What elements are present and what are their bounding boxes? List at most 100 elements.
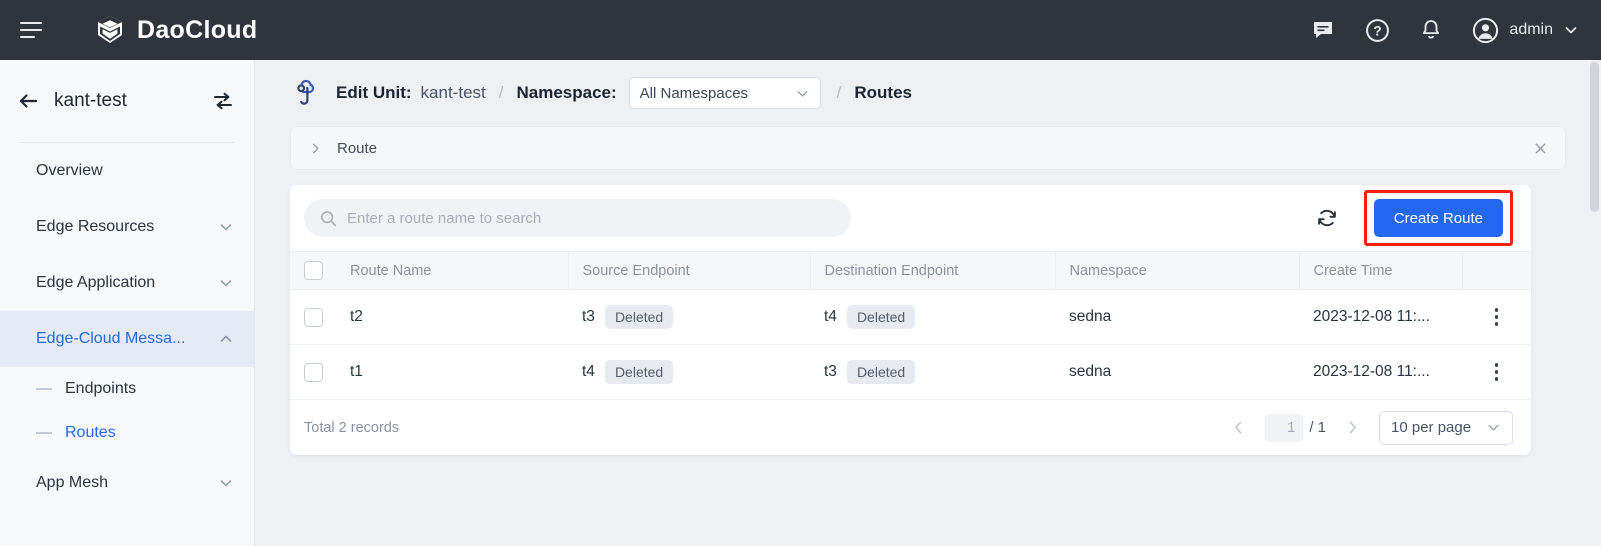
bell-icon[interactable] [1418, 17, 1444, 43]
column-namespace[interactable]: Namespace [1055, 251, 1300, 290]
sidebar-item-app-mesh[interactable]: App Mesh [0, 455, 254, 511]
table-footer: Total 2 records 1 / 1 10 per page [290, 400, 1531, 455]
cell-actions [1462, 344, 1531, 400]
sidebar-subitem-label: Endpoints [65, 380, 137, 397]
row-checkbox[interactable] [304, 307, 323, 327]
more-vertical-icon[interactable] [1476, 363, 1517, 381]
topbar-actions: ? admin [1310, 17, 1579, 44]
sidebar: kant-test Overview Edge Resources Edge A… [0, 60, 255, 546]
status-badge: Deleted [604, 305, 674, 329]
sidebar-item-endpoints[interactable]: Endpoints [0, 367, 254, 411]
main-content: Edit Unit: kant-test / Namespace: All Na… [255, 60, 1601, 546]
sidebar-item-routes[interactable]: Routes [0, 411, 254, 455]
namespace-select-value: All Namespaces [639, 84, 749, 102]
routes-card: Create Route Route Name Source Endpoint … [290, 185, 1531, 455]
top-navigation-bar: DaoCloud ? admin [0, 0, 1601, 60]
sidebar-subitem-label: Routes [65, 424, 116, 441]
routes-table: Route Name Source Endpoint Destination E… [290, 251, 1531, 400]
row-select-cell [290, 344, 336, 400]
table-row[interactable]: t2 t3 Deleted t4 Deleted sedna 2023-12-0… [290, 289, 1531, 345]
destination-endpoint-name: t3 [824, 363, 837, 380]
chevron-left-icon[interactable] [1226, 419, 1251, 436]
status-badge: Deleted [604, 360, 674, 384]
source-endpoint-name: t3 [582, 308, 595, 325]
source-endpoint-name: t4 [582, 363, 595, 380]
total-records-label: Total 2 records [304, 419, 400, 436]
select-all-header [290, 251, 336, 290]
sidebar-header: kant-test [0, 60, 254, 142]
edit-unit-value[interactable]: kant-test [421, 83, 486, 103]
breadcrumb-separator: / [836, 83, 842, 102]
brand-name: DaoCloud [137, 15, 258, 44]
cell-destination-endpoint: t3 Deleted [810, 344, 1055, 400]
route-panel-label: Route [337, 139, 378, 157]
namespace-label: Namespace: [516, 83, 617, 102]
dash-icon [36, 432, 52, 434]
user-name: admin [1509, 21, 1553, 38]
refresh-icon[interactable] [1312, 203, 1342, 233]
chevron-down-icon [218, 475, 234, 491]
page-title: Routes [854, 83, 913, 102]
sidebar-item-edge-resources[interactable]: Edge Resources [0, 199, 254, 255]
sidebar-item-label: Edge Resources [36, 218, 155, 235]
cell-destination-endpoint: t4 Deleted [810, 289, 1055, 345]
brand: DaoCloud [94, 14, 257, 46]
switch-cluster-icon[interactable] [212, 90, 234, 112]
search-box[interactable] [304, 199, 851, 237]
chevron-down-icon [218, 275, 234, 291]
search-input[interactable] [347, 209, 835, 227]
select-all-checkbox[interactable] [304, 261, 323, 280]
sidebar-item-edge-application[interactable]: Edge Application [0, 255, 254, 311]
column-actions [1462, 251, 1531, 290]
toolbar-actions: Create Route [1312, 190, 1513, 246]
close-icon[interactable] [1533, 141, 1548, 156]
create-route-highlight: Create Route [1363, 190, 1513, 246]
sidebar-item-overview[interactable]: Overview [0, 143, 254, 199]
column-route-name[interactable]: Route Name [336, 251, 569, 290]
cell-source-endpoint: t4 Deleted [568, 344, 810, 400]
dash-icon [36, 388, 52, 390]
page-scrollbar[interactable] [1588, 60, 1601, 546]
chevron-right-icon[interactable] [308, 141, 323, 156]
chevron-up-icon [218, 331, 234, 347]
chevron-down-icon [1563, 22, 1579, 38]
help-icon[interactable]: ? [1364, 17, 1390, 43]
sidebar-item-label: App Mesh [36, 474, 109, 491]
current-page-input[interactable]: 1 [1265, 413, 1304, 442]
per-page-select[interactable]: 10 per page [1379, 410, 1513, 445]
cell-namespace: sedna [1055, 289, 1299, 345]
cell-create-time: 2023-12-08 11:... [1299, 344, 1462, 400]
column-destination-endpoint[interactable]: Destination Endpoint [810, 251, 1056, 290]
namespace-select[interactable]: All Namespaces [628, 77, 821, 109]
cell-namespace: sedna [1055, 344, 1299, 400]
row-checkbox[interactable] [304, 362, 323, 382]
edit-unit-label: Edit Unit: [336, 83, 412, 102]
column-source-endpoint[interactable]: Source Endpoint [568, 251, 811, 290]
sidebar-item-edge-cloud-messaging[interactable]: Edge-Cloud Messa... [0, 311, 254, 367]
cell-route-name[interactable]: t1 [336, 344, 568, 400]
status-badge: Deleted [846, 360, 916, 384]
scrollbar-thumb[interactable] [1590, 62, 1599, 212]
cell-create-time: 2023-12-08 11:... [1299, 289, 1462, 345]
arrow-left-icon[interactable] [16, 89, 40, 113]
chevron-down-icon [795, 86, 810, 101]
sidebar-item-label: Edge-Cloud Messa... [36, 330, 186, 347]
per-page-value: 10 per page [1391, 419, 1472, 436]
hamburger-icon[interactable] [20, 15, 50, 45]
user-menu[interactable]: admin [1472, 17, 1579, 44]
chevron-right-icon[interactable] [1340, 419, 1365, 436]
table-row[interactable]: t1 t4 Deleted t3 Deleted sedna 2023-12-0… [290, 344, 1531, 400]
chat-icon[interactable] [1310, 17, 1336, 43]
breadcrumb: Edit Unit: kant-test / Namespace: All Na… [255, 60, 1601, 126]
cell-route-name[interactable]: t2 [336, 289, 568, 345]
column-create-time[interactable]: Create Time [1299, 251, 1463, 290]
breadcrumb-separator: / [498, 83, 504, 102]
more-vertical-icon[interactable] [1476, 308, 1517, 326]
svg-text:?: ? [1373, 23, 1381, 38]
route-filter-panel[interactable]: Route [290, 126, 1566, 170]
cell-source-endpoint: t3 Deleted [568, 289, 810, 345]
status-badge: Deleted [846, 305, 916, 329]
destination-endpoint-name: t4 [824, 308, 837, 325]
create-route-button[interactable]: Create Route [1373, 199, 1503, 237]
routes-toolbar: Create Route [290, 185, 1531, 251]
